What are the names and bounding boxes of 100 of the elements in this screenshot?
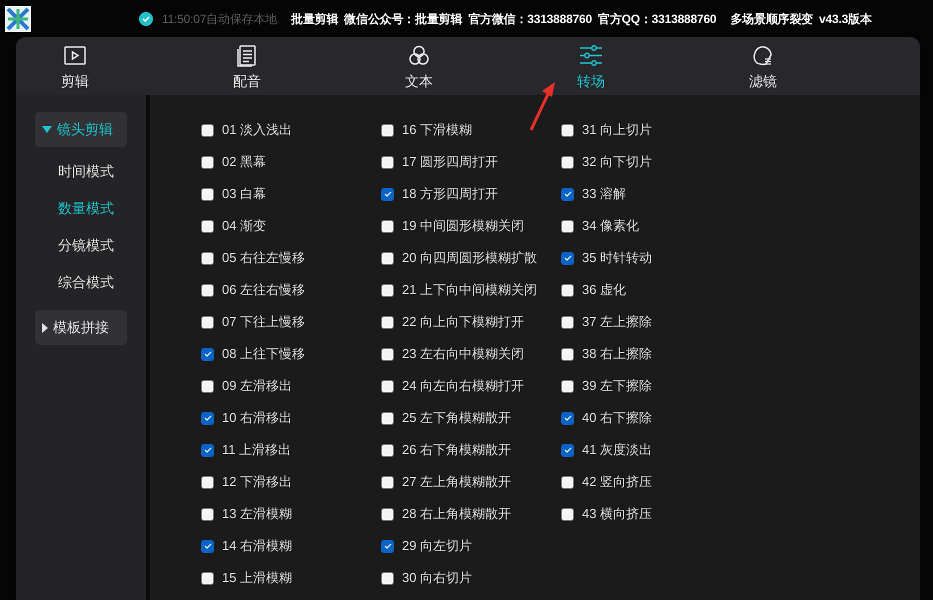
checkbox[interactable] (201, 188, 214, 200)
sidebar-item[interactable]: 综合模式 (58, 270, 127, 294)
checkmark-icon (564, 255, 572, 261)
checkbox-label: 09 左滑移出 (222, 377, 292, 396)
checkbox[interactable] (381, 444, 394, 456)
checkbox[interactable] (561, 316, 574, 328)
checkbox[interactable] (201, 572, 214, 584)
checkbox-label: 25 左下角模糊散开 (402, 409, 512, 428)
checkbox[interactable] (381, 316, 394, 328)
document-icon (235, 44, 259, 68)
checkbox[interactable] (201, 540, 214, 552)
header-info-text: 官方微信：3313888760 (468, 10, 592, 28)
annotation-arrow (528, 80, 558, 132)
checkbox[interactable] (561, 156, 574, 168)
checkbox[interactable] (381, 508, 394, 520)
checkbox[interactable] (381, 412, 394, 424)
checkbox-label: 01 淡入浅出 (222, 121, 292, 140)
checkbox-label: 38 右上擦除 (582, 345, 652, 364)
checkbox-label: 12 下滑移出 (222, 473, 292, 492)
header-info-text: v43.3版本 (819, 10, 872, 28)
checkbox-label: 36 虚化 (582, 281, 626, 300)
checkbox-label: 21 上下向中间模糊关闭 (402, 281, 538, 300)
checkbox[interactable] (381, 188, 394, 200)
check-circle-icon (139, 12, 153, 26)
checkbox[interactable] (561, 444, 574, 456)
checkbox[interactable] (201, 124, 214, 136)
checkbox-label: 19 中间圆形模糊关闭 (402, 217, 524, 236)
checkbox-label: 30 向右切片 (402, 569, 472, 588)
checkbox-label: 08 上往下慢移 (222, 345, 306, 364)
header-info-text: 批量剪辑 (291, 10, 338, 28)
checkbox[interactable] (561, 412, 574, 424)
checkbox[interactable] (561, 188, 574, 200)
header-info-text: 微信公众号：批量剪辑 (344, 10, 462, 28)
header-info-text: 多场景顺序裂变 (730, 10, 814, 28)
sidebar-item[interactable]: 数量模式 (58, 196, 127, 220)
checkbox-label: 33 溶解 (582, 185, 626, 204)
checkbox[interactable] (201, 412, 214, 424)
checkbox[interactable] (201, 156, 214, 168)
checkbox[interactable] (381, 252, 394, 264)
checkbox[interactable] (201, 380, 214, 392)
checkbox[interactable] (201, 252, 214, 264)
checkbox-label: 03 白幕 (222, 185, 266, 204)
checkbox[interactable] (381, 220, 394, 232)
tab[interactable]: 滤镜 (703, 37, 823, 95)
checkbox[interactable] (201, 284, 214, 296)
checkbox-label: 42 竖向挤压 (582, 473, 652, 492)
checkbox[interactable] (561, 348, 574, 360)
checkbox[interactable] (201, 444, 214, 456)
checkbox[interactable] (201, 220, 214, 232)
checkbox[interactable] (381, 540, 394, 552)
checkbox[interactable] (561, 252, 574, 264)
sidebar-item[interactable]: 分镜模式 (58, 233, 127, 257)
checkbox[interactable] (561, 380, 574, 392)
sidebar-group[interactable]: 镜头剪辑 (35, 112, 127, 147)
checkbox-label: 34 像素化 (582, 217, 640, 236)
checkbox[interactable] (561, 284, 574, 296)
tab[interactable]: 配音 (187, 37, 307, 95)
checkbox[interactable] (201, 348, 214, 360)
caret-down-icon (42, 126, 52, 133)
checkmark-icon (204, 447, 212, 453)
checkbox[interactable] (381, 476, 394, 488)
checkbox-label: 18 方形四周打开 (402, 185, 498, 204)
checkbox-label: 41 灰度淡出 (582, 441, 652, 460)
checkbox-label: 14 右滑模糊 (222, 537, 292, 556)
checkbox[interactable] (381, 156, 394, 168)
checkmark-icon (564, 191, 572, 197)
checkmark-icon (204, 351, 212, 357)
checkbox[interactable] (381, 348, 394, 360)
checkbox[interactable] (201, 508, 214, 520)
checkbox-label: 11 上滑移出 (222, 441, 292, 460)
header-info-text: 官方QQ：3313888760 (598, 10, 716, 28)
checkbox-label: 20 向四周圆形模糊扩散 (402, 249, 538, 268)
play-icon (63, 44, 87, 68)
checkbox-label: 05 右往左慢移 (222, 249, 306, 268)
checkbox[interactable] (201, 476, 214, 488)
checkbox-label: 27 左上角模糊散开 (402, 473, 512, 492)
checkbox[interactable] (381, 380, 394, 392)
checkbox[interactable] (561, 220, 574, 232)
sliders-icon (579, 44, 603, 68)
checkbox-label: 04 渐变 (222, 217, 266, 236)
sidebar-group[interactable]: 模板拼接 (35, 310, 127, 345)
tab[interactable]: 剪辑 (16, 37, 135, 95)
checkbox-label: 23 左右向中模糊关闭 (402, 345, 524, 364)
app-logo (5, 6, 31, 32)
tab[interactable]: 转场 (531, 37, 651, 95)
checkbox-label: 15 上滑模糊 (222, 569, 292, 588)
tab[interactable]: 文本 (359, 37, 479, 95)
checkbox[interactable] (381, 124, 394, 136)
checkbox-label: 40 右下擦除 (582, 409, 652, 428)
caret-right-icon (42, 322, 48, 332)
checkbox[interactable] (381, 284, 394, 296)
checkbox[interactable] (201, 316, 214, 328)
checkbox[interactable] (561, 124, 574, 136)
checkbox-label: 35 时针转动 (582, 249, 652, 268)
sidebar-item[interactable]: 时间模式 (58, 159, 127, 183)
checkbox-label: 13 左滑模糊 (222, 505, 292, 524)
checkbox[interactable] (561, 476, 574, 488)
checkbox[interactable] (381, 572, 394, 584)
checkbox[interactable] (561, 508, 574, 520)
checkbox-label: 31 向上切片 (582, 121, 652, 140)
